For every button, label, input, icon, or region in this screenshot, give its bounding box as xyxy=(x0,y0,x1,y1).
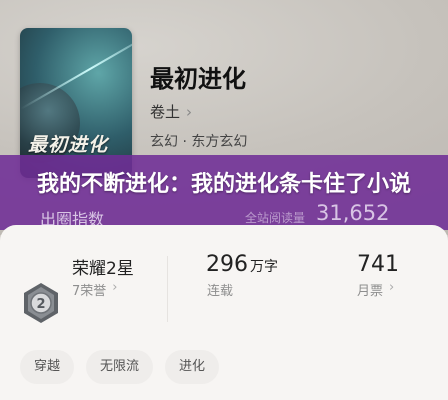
chevron-right-icon: › xyxy=(389,280,395,295)
honor-count: 7荣誉 xyxy=(72,284,107,299)
honor-medal-icon: 2 xyxy=(20,282,62,324)
headline-text: 我的不断进化：我的进化条卡住了小说 xyxy=(36,172,411,197)
status-label: 连载 xyxy=(207,284,234,299)
honor-title: 荣耀2星 xyxy=(72,259,134,279)
honor-link[interactable]: 7荣誉 › xyxy=(72,280,117,299)
word-count-unit: 万字 xyxy=(250,259,278,275)
word-count-value: 296 xyxy=(206,252,248,277)
tag-chip[interactable]: 无限流 xyxy=(86,350,154,384)
tag-chip[interactable]: 穿越 xyxy=(20,350,75,384)
tag-chip[interactable]: 进化 xyxy=(165,350,220,384)
book-title: 最初进化 xyxy=(150,65,246,93)
medal-number: 2 xyxy=(36,297,45,312)
monthly-tickets-label: 月票 xyxy=(357,284,384,299)
monthly-tickets-link[interactable]: 月票 › xyxy=(357,280,394,299)
cover-title-art: 最初进化 xyxy=(28,134,109,156)
author-name: 卷土 xyxy=(150,103,181,121)
genre-label: 玄幻 · 东方玄幻 xyxy=(150,134,248,150)
monthly-tickets-value: 741 xyxy=(357,252,399,277)
read-count-label: 全站阅读量 xyxy=(245,211,306,225)
author-link[interactable]: 卷土 › xyxy=(150,101,192,122)
word-count: 296 万字 xyxy=(206,252,278,277)
divider xyxy=(167,256,168,322)
chevron-right-icon: › xyxy=(186,102,193,121)
cover-light-streak xyxy=(20,28,132,110)
chevron-right-icon: › xyxy=(112,280,118,295)
tag-list: 穿越 无限流 进化 xyxy=(20,350,220,384)
read-count-value: 31,652 xyxy=(316,201,390,225)
